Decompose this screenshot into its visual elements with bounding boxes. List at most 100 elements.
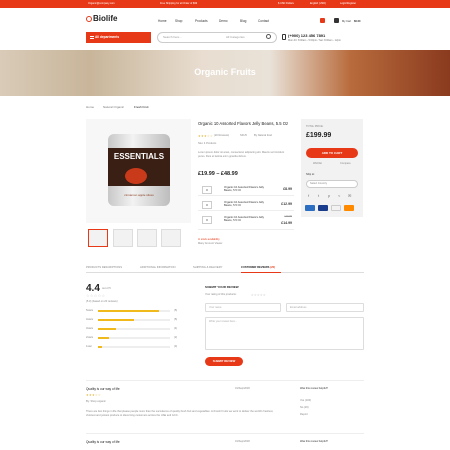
- review-body: There are few things in life that please…: [86, 410, 274, 417]
- name-field[interactable]: Your name: [205, 303, 281, 312]
- tab-additional-info[interactable]: ADDITIONAL INFORMATION: [140, 266, 175, 269]
- tab-badge: (20): [270, 266, 276, 269]
- rating-row-label: 3stars: [86, 327, 94, 330]
- currency-select[interactable]: $ USD Dollars: [278, 0, 294, 8]
- tab-shipping[interactable]: SHIPPING & DELIVERY: [193, 266, 222, 269]
- rating-row-count: (5): [174, 318, 178, 321]
- rating-bar: [98, 328, 170, 330]
- your-rating-stars[interactable]: ☆☆☆☆☆: [251, 293, 266, 297]
- can-sub-text: cinnamon apple slices: [124, 193, 154, 197]
- helpful-no[interactable]: No (20): [300, 406, 309, 409]
- product-brand[interactable]: By Natural food: [254, 134, 272, 137]
- login-link[interactable]: Login/Register: [340, 0, 356, 8]
- rating-row-count: (4): [174, 327, 178, 330]
- category-select[interactable]: All Categories: [226, 33, 245, 42]
- logo[interactable]: Biolife: [86, 14, 117, 23]
- variant-price: £8.99: [283, 187, 292, 191]
- report-link[interactable]: Report: [300, 413, 308, 416]
- thumbnail-1[interactable]: [88, 229, 108, 247]
- active-tab-underline: [241, 272, 281, 273]
- product-sku: SKU5: [240, 134, 247, 137]
- review-title: Quality is our way of life: [86, 387, 120, 391]
- menu-icon: [90, 36, 94, 39]
- quantity-stepper[interactable]: 0: [202, 216, 212, 224]
- search-input[interactable]: Search here... All Categories: [157, 32, 277, 43]
- total-price-label: TOTAL PRICE:: [306, 125, 324, 128]
- review-date: 01/Sep/2018: [235, 440, 250, 443]
- ship-to-label: Ship to:: [306, 173, 315, 176]
- language-select[interactable]: English (USD): [310, 0, 326, 8]
- review-title: Quality is our way of life: [86, 440, 120, 444]
- nav-item-products[interactable]: Products: [195, 19, 208, 23]
- thumbnail-4[interactable]: [161, 229, 181, 247]
- submit-review-heading: SUBMIT YOUR REVIEW: [205, 285, 239, 289]
- breadcrumb-home[interactable]: Home: [86, 105, 94, 109]
- review-date: 01/Sep/2018: [235, 387, 250, 390]
- rating-bar-fill: [98, 328, 116, 330]
- top-email[interactable]: Organic@company.com: [88, 0, 115, 8]
- nav-item-contact[interactable]: Contact: [258, 19, 269, 23]
- review-count[interactable]: (20 Reviews): [214, 134, 229, 137]
- facebook-icon[interactable]: f: [308, 193, 309, 198]
- name-placeholder: Your name: [209, 306, 222, 309]
- thumbnail-2[interactable]: [113, 229, 133, 247]
- variant-row-1: 0 Organic 10 Assorted Flavors Jelly Bean…: [198, 184, 294, 196]
- rating-row-count: (2): [174, 336, 178, 339]
- nav-item-blog[interactable]: Blog: [240, 19, 246, 23]
- departments-label: All departments: [95, 35, 120, 39]
- compare-link[interactable]: Compare: [340, 162, 351, 165]
- quantity-stepper[interactable]: 0: [202, 186, 212, 194]
- tab-descriptions[interactable]: PRODUCTS DESCRIPTIONS: [86, 266, 122, 269]
- pinterest-icon[interactable]: p: [328, 193, 330, 198]
- breadcrumb-natural[interactable]: Natural Organic: [103, 105, 124, 109]
- variant-name: Organic 10 Assorted Flavors Jelly Beans,…: [224, 186, 265, 193]
- phone-icon: [282, 34, 286, 40]
- helpful-label: Was this review helpful?: [300, 387, 328, 390]
- variant-price: £12.99: [281, 202, 292, 206]
- twitter-icon[interactable]: t: [318, 193, 319, 198]
- add-to-cart-button[interactable]: ADD TO CART: [306, 148, 358, 158]
- rating-bar-fill: [98, 346, 102, 348]
- cart-label[interactable]: My Cart: [342, 20, 351, 23]
- apple-image: [125, 168, 147, 184]
- divider: [86, 433, 364, 434]
- variant-price: £14.99: [281, 221, 292, 225]
- thumbnail-3[interactable]: [137, 229, 157, 247]
- country-select[interactable]: Select Country: [306, 180, 358, 188]
- product-availability: Sku: 4 Products: [198, 142, 217, 145]
- rating-bar-fill: [98, 310, 160, 312]
- email-icon[interactable]: ✉: [348, 193, 351, 198]
- cart-total: $0.00: [354, 20, 361, 23]
- variant-row-3: 0 Organic 10 Assorted Flavors Jelly Bean…: [198, 214, 294, 230]
- helpful-yes[interactable]: Yes (100): [300, 399, 311, 402]
- contact-phone: (+900) 123 456 7891: [288, 33, 326, 38]
- visa-icon: [318, 205, 328, 211]
- breadcrumb-current: Fresh Fruit: [134, 105, 149, 109]
- tab-customer-reviews[interactable]: CUSTOMER REVIEWS (20): [241, 266, 275, 269]
- quantity-stepper[interactable]: 0: [202, 201, 212, 209]
- submit-review-button[interactable]: SUBMIT REVIEW: [205, 357, 243, 366]
- cart-icon[interactable]: [334, 18, 339, 23]
- search-icon[interactable]: [266, 34, 271, 39]
- wishlist-link[interactable]: Wishlist: [313, 162, 322, 165]
- variant-row-2: 0 Organic 10 Assorted Flavors Jelly Bean…: [198, 199, 294, 211]
- logo-mark-icon: [86, 15, 92, 22]
- rating-row-label: 5stars: [86, 309, 94, 312]
- paypal-icon: [305, 205, 315, 211]
- rating-row-label: 1star: [86, 345, 92, 348]
- departments-button[interactable]: All departments: [86, 32, 151, 43]
- email-placeholder: Email address: [290, 306, 307, 309]
- rating-row-label: 2stars: [86, 336, 94, 339]
- review-textarea[interactable]: Write your review here...: [205, 317, 364, 350]
- share-icon[interactable]: <: [338, 193, 340, 198]
- top-promo: Free Shipping for all Order of $99: [160, 2, 198, 5]
- email-field[interactable]: Email address: [286, 303, 364, 312]
- rating-out-of: out of 5: [102, 287, 111, 290]
- divider: [86, 380, 364, 381]
- nav-item-demo[interactable]: Demo: [219, 19, 228, 23]
- rating-row-count: (5): [174, 309, 178, 312]
- wishlist-icon[interactable]: [320, 18, 325, 23]
- nav-item-home[interactable]: Home: [158, 19, 167, 23]
- helpful-label: Was this review helpful?: [300, 440, 328, 443]
- nav-item-shop[interactable]: Shop: [175, 19, 182, 23]
